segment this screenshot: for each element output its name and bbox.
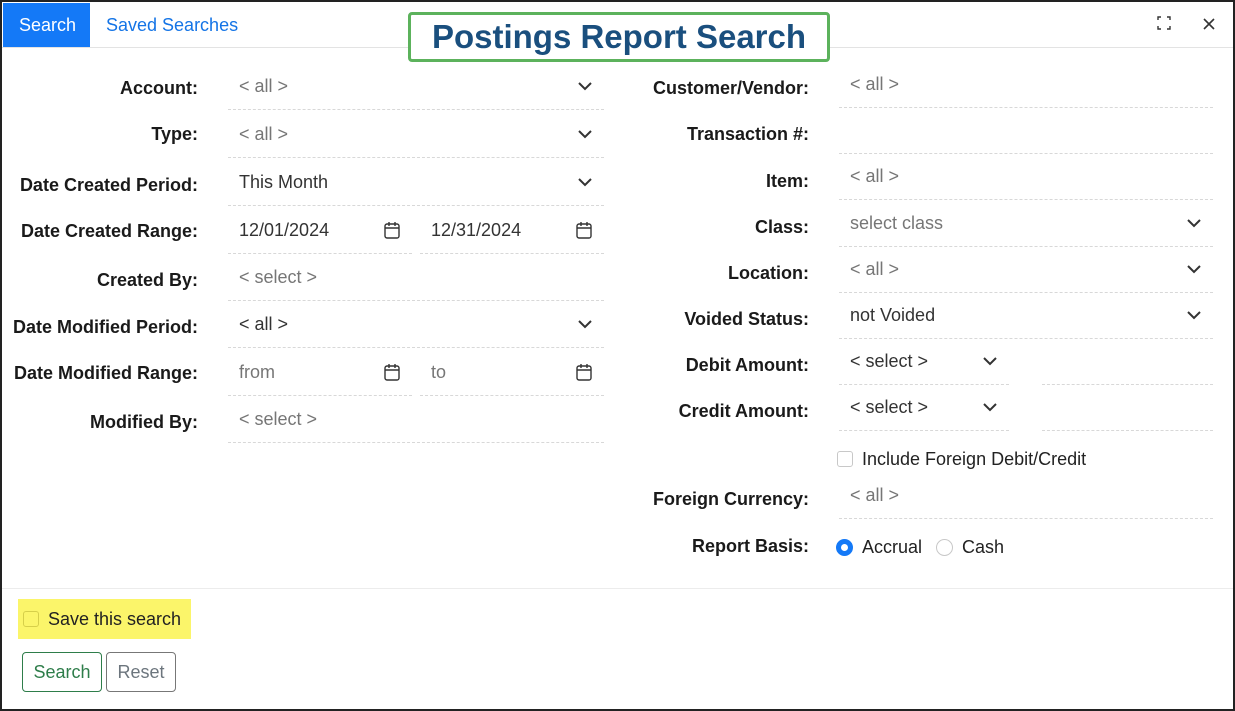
date-created-range-label: Date Created Range:: [20, 221, 198, 241]
tab-search[interactable]: Search: [3, 3, 90, 47]
item-select[interactable]: < all >: [839, 156, 1213, 200]
credit-amount-label: Credit Amount:: [678, 401, 809, 421]
maximize-icon[interactable]: [1153, 14, 1175, 36]
close-icon[interactable]: [1198, 14, 1220, 36]
chevron-down-icon: [578, 130, 592, 139]
account-label: Account:: [120, 78, 198, 98]
customer-vendor-label: Customer/Vendor:: [652, 78, 809, 98]
item-label: Item:: [765, 171, 809, 191]
debit-amount-input[interactable]: [1042, 341, 1213, 385]
credit-amount-operator-select[interactable]: < select >: [839, 387, 1009, 431]
page-title: Postings Report Search: [408, 12, 830, 62]
modified-by-select[interactable]: < select >: [228, 399, 604, 443]
date-modified-to-input[interactable]: to: [420, 352, 604, 396]
chevron-down-icon: [983, 357, 997, 366]
calendar-icon[interactable]: [384, 363, 400, 381]
chevron-down-icon: [578, 82, 592, 91]
type-label: Type:: [151, 124, 198, 144]
date-created-to-input[interactable]: 12/31/2024: [420, 210, 604, 254]
report-basis-accrual-label: Accrual: [862, 537, 923, 557]
calendar-icon[interactable]: [384, 221, 400, 239]
type-select[interactable]: < all >: [228, 114, 604, 158]
save-search-checkbox[interactable]: [23, 611, 39, 627]
debit-amount-label: Debit Amount:: [685, 355, 809, 375]
calendar-icon[interactable]: [576, 363, 592, 381]
location-select[interactable]: < all >: [839, 249, 1213, 293]
location-label: Location:: [728, 263, 809, 283]
tab-saved-searches[interactable]: Saved Searches: [90, 3, 254, 47]
date-created-period-label: Date Created Period:: [19, 175, 198, 195]
transaction-number-label: Transaction #:: [686, 124, 809, 144]
voided-status-label: Voided Status:: [684, 309, 809, 329]
created-by-label: Created By:: [96, 270, 198, 290]
report-basis-cash-label: Cash: [962, 537, 1005, 557]
save-search-highlight: Save this search: [18, 599, 191, 639]
foreign-currency-label: Foreign Currency:: [652, 489, 809, 509]
created-by-select[interactable]: < select >: [228, 257, 604, 301]
footer-divider: [2, 588, 1233, 589]
class-select[interactable]: select class: [839, 203, 1213, 247]
chevron-down-icon: [1187, 219, 1201, 228]
date-modified-period-select[interactable]: < all >: [228, 304, 604, 348]
credit-amount-input[interactable]: [1042, 387, 1213, 431]
class-label: Class:: [754, 217, 809, 237]
search-dialog: Search Saved Searches Postings Report Se…: [0, 0, 1235, 711]
search-button[interactable]: Search: [22, 652, 102, 692]
include-foreign-checkbox[interactable]: [837, 451, 853, 467]
report-basis-label: Report Basis:: [691, 536, 809, 556]
modified-by-label: Modified By:: [90, 412, 198, 432]
report-basis-accrual-radio[interactable]: [836, 539, 853, 556]
date-modified-range-label: Date Modified Range:: [13, 363, 198, 383]
chevron-down-icon: [1187, 311, 1201, 320]
debit-amount-operator-select[interactable]: < select >: [839, 341, 1009, 385]
account-select[interactable]: < all >: [228, 66, 604, 110]
report-basis-cash-radio[interactable]: [936, 539, 953, 556]
date-created-from-input[interactable]: 12/01/2024: [228, 210, 412, 254]
include-foreign-label: Include Foreign Debit/Credit: [862, 449, 1087, 469]
chevron-down-icon: [1187, 265, 1201, 274]
save-search-label: Save this search: [48, 609, 182, 629]
transaction-number-input[interactable]: [839, 110, 1213, 154]
chevron-down-icon: [578, 178, 592, 187]
chevron-down-icon: [983, 403, 997, 412]
voided-status-select[interactable]: not Voided: [839, 295, 1213, 339]
calendar-icon[interactable]: [576, 221, 592, 239]
reset-button[interactable]: Reset: [106, 652, 176, 692]
date-modified-from-input[interactable]: from: [228, 352, 412, 396]
date-modified-period-label: Date Modified Period:: [12, 317, 198, 337]
foreign-currency-select[interactable]: < all >: [839, 475, 1213, 519]
customer-vendor-select[interactable]: < all >: [839, 64, 1213, 108]
date-created-period-select[interactable]: This Month: [228, 162, 604, 206]
chevron-down-icon: [578, 320, 592, 329]
